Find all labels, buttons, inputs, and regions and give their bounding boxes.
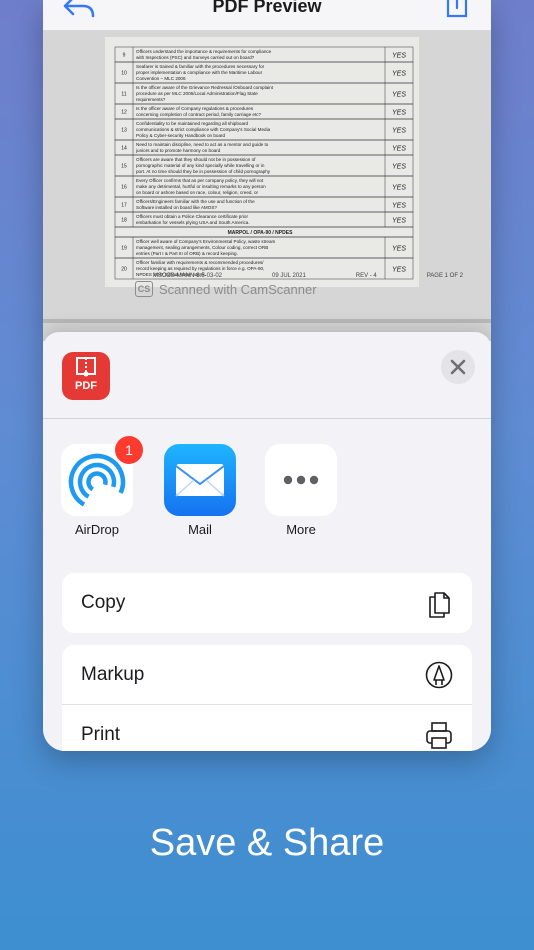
action-label: Copy: [81, 592, 126, 613]
row-number: 17: [121, 203, 127, 209]
row-number: 10: [121, 71, 127, 77]
row-text: entries (Part I & Part III of ORB) & rec…: [136, 251, 238, 256]
camscanner-watermark: CS Scanned with CamScanner: [135, 281, 317, 297]
action-label: Print: [81, 724, 121, 745]
row-answer: YES: [392, 185, 406, 192]
row-text: juniors and to promote harmony on board: [135, 148, 221, 153]
row-number: 20: [121, 267, 127, 273]
document-footer: MSCCS-MANN-8.5-03-02 09 JUL 2021 REV - 4…: [153, 273, 463, 279]
row-text: Officer familiar with requirements & rec…: [136, 260, 264, 265]
row-answer: YES: [392, 218, 406, 225]
pdf-preview-area[interactable]: 9 Officers understand the importance & re…: [43, 31, 491, 341]
row-text: concerning completion of contract period…: [136, 112, 262, 117]
action-markup[interactable]: Markup: [62, 645, 472, 705]
action-print[interactable]: Print: [62, 705, 472, 751]
row-answer: YES: [392, 128, 406, 135]
more-dots-icon: [283, 475, 319, 485]
row-text: Every Officer confirms that as per compa…: [136, 178, 264, 183]
row-text: embarkation for vessels plying USA and S…: [136, 220, 250, 225]
row-answer: YES: [392, 53, 406, 60]
row-text: requirements?: [136, 97, 166, 102]
zipper-icon: [76, 357, 96, 377]
row-text: Officer well aware of Company's Environm…: [136, 239, 276, 244]
row-text: Need to maintain discipline, need to act…: [136, 142, 269, 147]
row-answer: YES: [392, 110, 406, 117]
row-number: 19: [121, 246, 127, 252]
share-target-mail[interactable]: Mail: [164, 444, 236, 537]
row-number: 15: [121, 164, 127, 170]
more-tile: [265, 444, 337, 516]
row-text: make any detrimental, hurtful or insulti…: [136, 184, 266, 189]
share-target-label: More: [286, 522, 316, 537]
printer-icon: [426, 722, 452, 749]
document-date: 09 JUL 2021: [271, 273, 306, 279]
row-text: with Inspections (PSC) and Surveys carri…: [136, 55, 255, 60]
mail-icon: [175, 464, 225, 497]
row-text: pornographic material of any kind specia…: [136, 163, 265, 168]
section-heading: MARPOL / OPA-90 / NPDES: [228, 230, 293, 236]
row-number: 12: [121, 110, 127, 116]
row-text: Confidentiality to be maintained regardi…: [136, 121, 249, 126]
row-answer: YES: [392, 146, 406, 153]
notification-badge: 1: [115, 436, 143, 464]
sheet-separator: [43, 418, 491, 419]
marketing-caption: Save & Share: [149, 822, 385, 864]
share-icon[interactable]: [443, 0, 471, 20]
share-target-more[interactable]: More: [265, 444, 337, 537]
phone-screen: PDF Preview 9 Officers understand the imp…: [43, 0, 491, 751]
action-copy[interactable]: Copy: [62, 573, 472, 633]
markup-pen-icon: [425, 661, 453, 688]
share-sheet: PDF 1 AirDrop Mail More Copy Markup Prin…: [43, 332, 491, 751]
copy-icon: [429, 592, 450, 618]
row-answer: YES: [392, 164, 406, 171]
close-icon: [450, 359, 466, 375]
row-answer: YES: [392, 71, 406, 78]
page-divider: [43, 319, 491, 323]
row-text: Officers/Engineers familiar with the use…: [136, 199, 255, 204]
row-answer: YES: [392, 92, 406, 99]
nav-bar: PDF Preview: [43, 0, 491, 31]
row-number: 9: [123, 53, 126, 59]
row-number: 13: [121, 128, 127, 134]
row-text: Seafarer is trained & familiar with the …: [136, 64, 265, 69]
row-text: on board or ashore based on race, colour…: [136, 190, 259, 195]
document-code: MSCCS-MANN-8.5-03-02: [153, 273, 223, 279]
close-button[interactable]: [441, 350, 475, 384]
camscanner-text: Scanned with CamScanner: [159, 281, 317, 297]
mail-tile: [164, 444, 236, 516]
row-text: Is the officer aware of the Grievance Re…: [136, 85, 274, 90]
row-answer: YES: [392, 246, 406, 253]
camscanner-logo-icon: CS: [135, 281, 153, 297]
row-text: procedure as per MLC 2006/Local Administ…: [136, 91, 258, 96]
row-answer: YES: [392, 203, 406, 210]
row-text: management, sealing arrangements, Colour…: [136, 245, 268, 250]
row-text: Policy & Cyber-security Handbook on boar…: [136, 133, 226, 138]
app-icon-label: PDF: [75, 380, 97, 392]
share-target-label: AirDrop: [74, 522, 120, 537]
action-label: Markup: [81, 663, 145, 685]
row-text: Convention – MLC 2006: [136, 76, 186, 81]
row-text: port. At no time should they be in posse…: [136, 169, 271, 174]
row-text: Officers are aware that they should not …: [136, 157, 256, 162]
row-text: proper implementation & compliance with …: [136, 70, 263, 75]
airdrop-tile: 1: [61, 436, 143, 516]
row-text: Officers must obtain a Police Clearance …: [136, 214, 248, 219]
pdf-app-icon: PDF: [62, 352, 110, 400]
document-revision: REV - 4: [355, 273, 377, 279]
page-title: PDF Preview: [212, 0, 322, 16]
row-number: 14: [121, 146, 127, 152]
row-text: Is the officer aware of Company regulati…: [136, 106, 254, 111]
document-page-number: PAGE 1 OF 2: [426, 273, 463, 279]
row-text: communications & strict compliance with …: [136, 127, 271, 132]
row-text: record keeping as required by regulation…: [136, 266, 264, 271]
scanned-document-page: 9 Officers understand the importance & re…: [105, 37, 419, 287]
share-target-label: Mail: [188, 522, 212, 537]
row-number: 18: [121, 218, 127, 224]
row-text: Software installed on board like AMOS?: [136, 205, 217, 210]
share-target-airdrop[interactable]: 1 AirDrop: [61, 436, 143, 537]
row-number: 16: [121, 185, 127, 191]
row-text: Officers understand the importance & req…: [136, 49, 272, 54]
row-number: 11: [121, 92, 126, 98]
